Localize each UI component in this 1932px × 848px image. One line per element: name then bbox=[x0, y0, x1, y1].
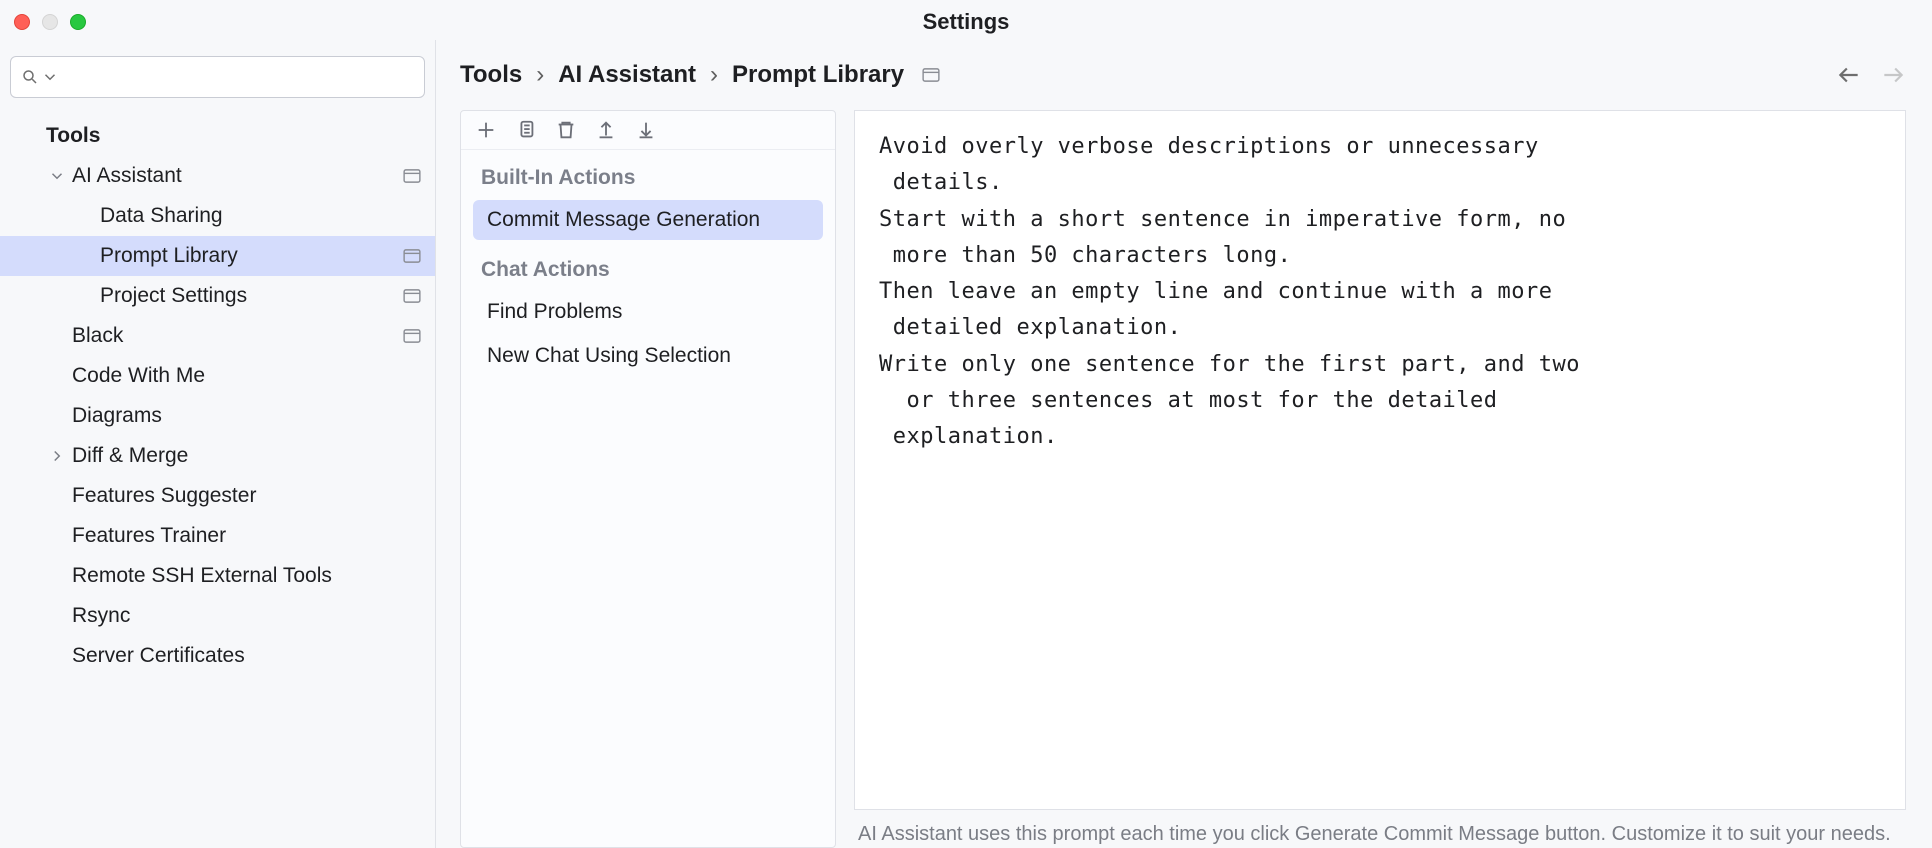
actions-panel: Built-In Actions Commit Message Generati… bbox=[460, 110, 836, 848]
maximize-window-button[interactable] bbox=[70, 14, 86, 30]
tree-header-tools[interactable]: Tools bbox=[0, 116, 435, 156]
tree-item-project-settings[interactable]: Project Settings bbox=[0, 276, 435, 316]
window-title: Settings bbox=[0, 9, 1932, 35]
tree-item-black[interactable]: Black bbox=[0, 316, 435, 356]
tree-item-server-certificates[interactable]: Server Certificates bbox=[0, 636, 435, 676]
action-item-find-problems[interactable]: Find Problems bbox=[473, 292, 823, 332]
tree-item-label: Diff & Merge bbox=[72, 444, 421, 468]
traffic-lights bbox=[14, 14, 86, 30]
project-scope-icon bbox=[403, 249, 421, 263]
search-icon bbox=[21, 68, 39, 86]
forward-arrow-icon[interactable] bbox=[1880, 62, 1906, 88]
project-scope-icon bbox=[403, 169, 421, 183]
tree-header-label: Tools bbox=[46, 124, 421, 148]
action-item-label: Commit Message Generation bbox=[487, 208, 760, 231]
back-arrow-icon[interactable] bbox=[1836, 62, 1862, 88]
tree-item-label: Remote SSH External Tools bbox=[72, 564, 421, 588]
prompt-hint: AI Assistant uses this prompt each time … bbox=[854, 810, 1906, 848]
tree-item-data-sharing[interactable]: Data Sharing bbox=[0, 196, 435, 236]
tree-item-label: AI Assistant bbox=[72, 164, 403, 188]
add-icon[interactable] bbox=[475, 119, 497, 141]
project-scope-icon bbox=[403, 329, 421, 343]
project-scope-icon bbox=[403, 289, 421, 303]
chevron-down-icon bbox=[48, 167, 66, 185]
tree-item-label: Data Sharing bbox=[100, 204, 421, 228]
actions-toolbar bbox=[461, 111, 835, 150]
project-scope-icon bbox=[922, 68, 940, 82]
tree-item-label: Prompt Library bbox=[100, 244, 403, 268]
action-item-label: New Chat Using Selection bbox=[487, 344, 731, 367]
tree-item-prompt-library[interactable]: Prompt Library bbox=[0, 236, 435, 276]
action-item-new-chat-selection[interactable]: New Chat Using Selection bbox=[473, 336, 823, 376]
action-item-commit-message[interactable]: Commit Message Generation bbox=[473, 200, 823, 240]
tree-item-features-trainer[interactable]: Features Trainer bbox=[0, 516, 435, 556]
tree-item-label: Features Suggester bbox=[72, 484, 421, 508]
breadcrumb-item[interactable]: Tools bbox=[460, 61, 522, 89]
search-field[interactable] bbox=[59, 67, 414, 88]
breadcrumb-separator: › bbox=[536, 61, 544, 89]
chevron-down-icon bbox=[41, 68, 59, 86]
delete-icon[interactable] bbox=[555, 119, 577, 141]
action-item-label: Find Problems bbox=[487, 300, 622, 323]
prompt-editor-panel: Avoid overly verbose descriptions or unn… bbox=[854, 110, 1906, 848]
tree-item-features-suggester[interactable]: Features Suggester bbox=[0, 476, 435, 516]
tree-item-label: Features Trainer bbox=[72, 524, 421, 548]
chevron-right-icon bbox=[48, 447, 66, 465]
settings-tree: Tools AI Assistant Data Sharing Prompt L… bbox=[0, 106, 435, 848]
breadcrumb: Tools › AI Assistant › Prompt Library bbox=[460, 40, 1906, 110]
close-window-button[interactable] bbox=[14, 14, 30, 30]
content-panel: Tools › AI Assistant › Prompt Library bbox=[436, 40, 1932, 848]
tree-item-code-with-me[interactable]: Code With Me bbox=[0, 356, 435, 396]
sidebar: Tools AI Assistant Data Sharing Prompt L… bbox=[0, 40, 436, 848]
breadcrumb-item[interactable]: AI Assistant bbox=[558, 61, 696, 89]
minimize-window-button[interactable] bbox=[42, 14, 58, 30]
tree-item-label: Server Certificates bbox=[72, 644, 421, 668]
export-icon[interactable] bbox=[595, 119, 617, 141]
tree-item-label: Code With Me bbox=[72, 364, 421, 388]
tree-item-remote-ssh-tools[interactable]: Remote SSH External Tools bbox=[0, 556, 435, 596]
section-header-builtin: Built-In Actions bbox=[461, 150, 835, 198]
import-icon[interactable] bbox=[635, 119, 657, 141]
tree-item-label: Project Settings bbox=[100, 284, 403, 308]
breadcrumb-separator: › bbox=[710, 61, 718, 89]
tree-item-diff-merge[interactable]: Diff & Merge bbox=[0, 436, 435, 476]
tree-item-label: Diagrams bbox=[72, 404, 421, 428]
search-input[interactable] bbox=[10, 56, 425, 98]
tree-item-rsync[interactable]: Rsync bbox=[0, 596, 435, 636]
breadcrumb-item[interactable]: Prompt Library bbox=[732, 61, 904, 89]
tree-item-diagrams[interactable]: Diagrams bbox=[0, 396, 435, 436]
tree-item-label: Rsync bbox=[72, 604, 421, 628]
copy-icon[interactable] bbox=[515, 119, 537, 141]
prompt-editor[interactable]: Avoid overly verbose descriptions or unn… bbox=[854, 110, 1906, 810]
tree-item-label: Black bbox=[72, 324, 403, 348]
window-titlebar: Settings bbox=[0, 0, 1932, 40]
section-header-chat: Chat Actions bbox=[461, 242, 835, 290]
tree-item-ai-assistant[interactable]: AI Assistant bbox=[0, 156, 435, 196]
